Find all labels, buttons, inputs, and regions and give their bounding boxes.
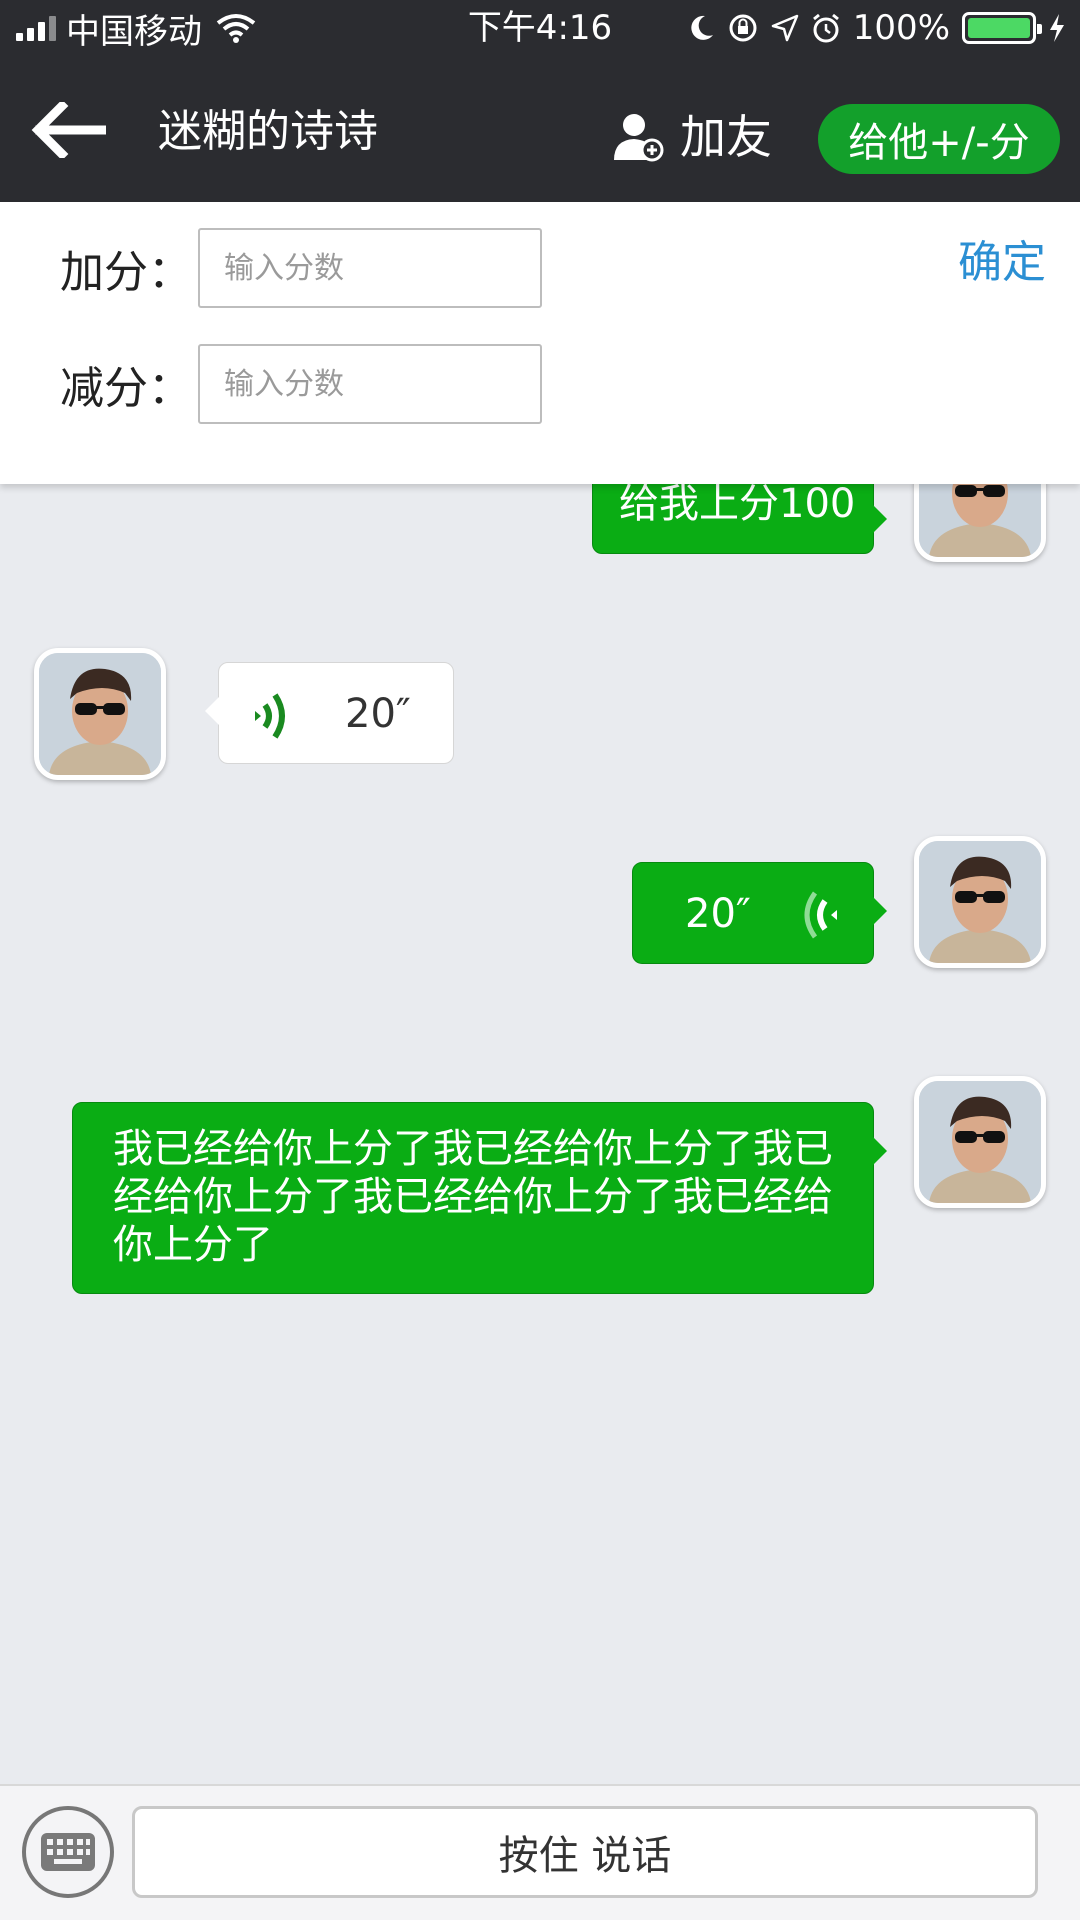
voice-wave-icon [255,693,285,739]
status-bar: 中国移动 下午4:16 100% [0,0,1080,56]
keyboard-icon [41,1833,95,1871]
charging-icon [1050,14,1064,42]
add-score-row: 加分： [60,228,542,308]
nav-bar: 迷糊的诗诗 加友 给他+/-分 [0,56,1080,202]
avatar-image [39,653,161,775]
subtract-score-row: 减分： [60,344,542,424]
voice-message-bubble[interactable]: 20″ [632,862,887,964]
input-bar: 按住 说话 [0,1784,1080,1920]
confirm-button[interactable]: 确定 [958,226,1046,290]
add-friend-label: 加友 [680,110,772,164]
battery-percent: 100% [852,8,950,48]
score-panel: 加分： 减分： 确定 [0,202,1080,484]
alarm-icon [812,13,839,43]
rotation-lock-icon [729,14,757,42]
location-icon [771,14,799,42]
message-text: 给我上分100 [619,481,856,527]
avatar-image [919,841,1041,963]
avatar[interactable] [914,836,1046,968]
message-bubble[interactable]: 我已经给你上分了我已经给你上分了我已经给你上分了我已经给你上分了我已经给你上分了 [72,1102,887,1294]
add-friend-button[interactable]: 加友 [612,112,772,162]
voice-message-bubble[interactable]: 20″ [205,662,454,764]
voice-wave-icon [804,891,837,939]
add-score-input[interactable] [198,228,542,308]
voice-duration: 20″ [345,691,411,737]
battery-icon [962,12,1042,44]
keyboard-toggle-button[interactable] [22,1806,114,1898]
add-score-label: 加分： [60,247,192,298]
subtract-score-label: 减分： [60,363,192,414]
voice-duration: 20″ [685,891,751,937]
status-right: 100% [687,6,1066,50]
moon-icon [691,15,713,40]
battery-fill [968,18,1030,38]
message-text: 我已经给你上分了我已经给你上分了我已经给你上分了我已经给你上分了我已经给你上分了 [113,1126,833,1268]
avatar[interactable] [914,1076,1046,1208]
add-person-icon [614,114,664,162]
give-score-button[interactable]: 给他+/-分 [818,104,1060,174]
avatar-image [919,1081,1041,1203]
hold-to-talk-button[interactable]: 按住 说话 [132,1806,1038,1898]
chat-screen: 中国移动 下午4:16 100% 迷糊的诗诗 加友 给他+/-分 加分： 输入分… [0,0,1080,1920]
back-arrow-icon[interactable] [30,102,106,158]
avatar[interactable] [34,648,166,780]
page-title: 迷糊的诗诗 [158,106,378,157]
subtract-score-input[interactable] [198,344,542,424]
